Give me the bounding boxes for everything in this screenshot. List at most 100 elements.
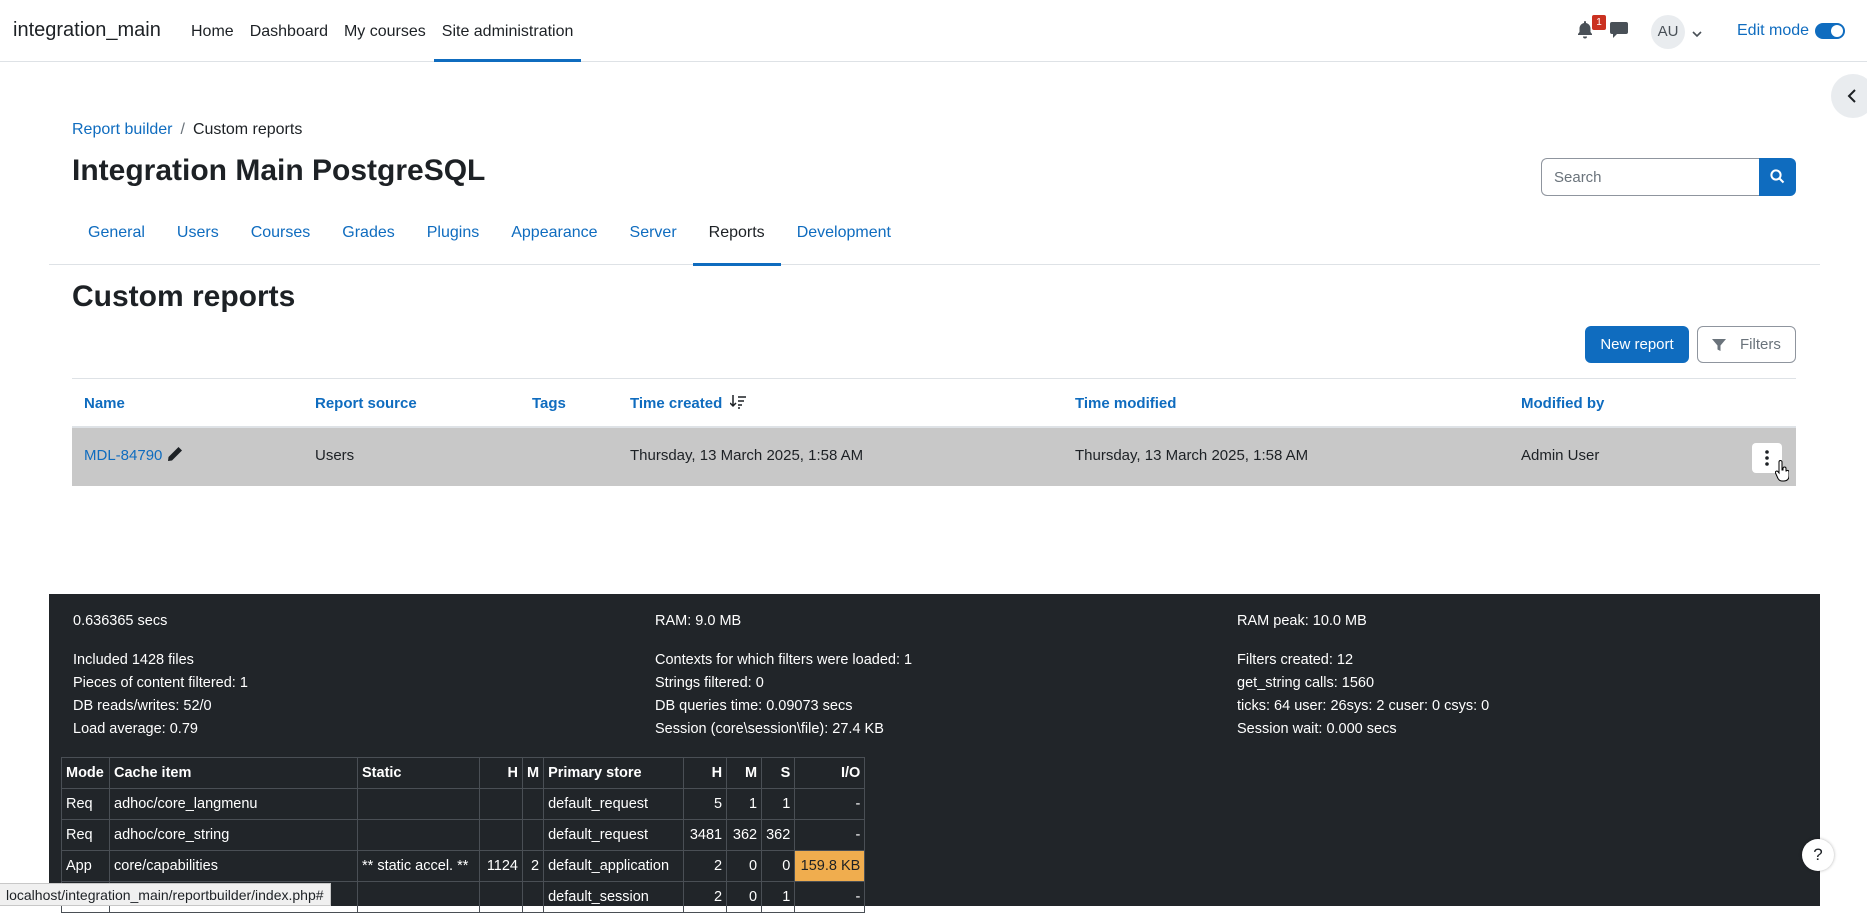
column-header-tags[interactable]: Tags — [532, 395, 566, 412]
cache-cell: 2 — [683, 881, 728, 913]
cache-cell: App — [61, 850, 110, 882]
cache-col-header: Mode — [61, 757, 110, 789]
tab-reports[interactable]: Reports — [692, 208, 781, 266]
new-report-button[interactable]: New report — [1585, 326, 1689, 363]
tab-users[interactable]: Users — [161, 208, 235, 265]
breadcrumb-custom-reports: Custom reports — [192, 121, 303, 138]
site-brand[interactable]: integration_main — [13, 19, 161, 42]
column-header-time-created[interactable]: Time created — [630, 395, 747, 412]
footer-column-3: RAM peak: 10.0 MB Filters created: 12 ge… — [1237, 610, 1489, 741]
search-icon — [1770, 169, 1785, 184]
tab-grades[interactable]: Grades — [326, 208, 410, 265]
tab-development[interactable]: Development — [781, 208, 907, 265]
filter-icon — [1712, 339, 1726, 351]
help-button[interactable]: ? — [1802, 839, 1834, 871]
breadcrumb-report-builder[interactable]: Report builder — [72, 121, 173, 139]
cache-cell: - — [794, 819, 866, 851]
footer-column-2: RAM: 9.0 MB Contexts for which filters w… — [655, 610, 912, 741]
cache-cell: adhoc/core_langmenu — [109, 788, 358, 820]
nav-dashboard[interactable]: Dashboard — [242, 0, 336, 62]
column-header-name[interactable]: Name — [84, 395, 125, 412]
cache-col-header: I/O — [794, 757, 866, 789]
cache-cell — [479, 788, 523, 820]
nav-home[interactable]: Home — [183, 0, 242, 62]
tab-server[interactable]: Server — [614, 208, 693, 265]
top-navbar: integration_main Home Dashboard My cours… — [0, 0, 1867, 62]
column-header-modified-by[interactable]: Modified by — [1521, 395, 1604, 412]
secondary-navigation: General Users Courses Grades Plugins App… — [49, 208, 1820, 266]
footer-column-1: 0.636365 secs Included 1428 files Pieces… — [73, 610, 248, 741]
footer-stat: Strings filtered: 0 — [655, 675, 764, 691]
cache-cell: 2 — [521, 850, 545, 882]
cache-cell: 0 — [726, 850, 763, 882]
messages-icon[interactable] — [1610, 22, 1630, 40]
cache-cell: 2 — [683, 850, 728, 882]
cache-cell — [521, 788, 545, 820]
nav-my-courses[interactable]: My courses — [336, 0, 434, 62]
tab-appearance[interactable]: Appearance — [495, 208, 613, 265]
cache-cell: 1 — [726, 788, 763, 820]
table-row: MDL-84790 Users Thursday, 13 March 2025,… — [72, 428, 1796, 486]
footer-stat: DB reads/writes: 52/0 — [73, 698, 212, 714]
table-row: Req adhoc/core_langmenu default_request … — [61, 788, 866, 820]
cache-cell-warning: 159.8 KB — [794, 850, 866, 882]
section-title: Custom reports — [72, 280, 296, 313]
cache-cell: core/capabilities — [109, 850, 358, 882]
tab-plugins[interactable]: Plugins — [411, 208, 495, 265]
footer-stat: RAM: 9.0 MB — [655, 613, 742, 629]
cache-cell: default_request — [543, 788, 685, 820]
footer-stat: Session wait: 0.000 secs — [1237, 721, 1397, 737]
footer-stat: Contexts for which filters were loaded: … — [655, 652, 913, 668]
cache-col-header: H — [479, 757, 523, 789]
search-button[interactable] — [1759, 158, 1796, 196]
cache-col-header: Static — [357, 757, 480, 789]
cache-cell: 0 — [761, 850, 796, 882]
cache-cell: 362 — [726, 819, 763, 851]
breadcrumb-separator: / — [180, 121, 185, 138]
report-name-link[interactable]: MDL-84790 — [84, 447, 162, 464]
cache-cell — [357, 881, 480, 913]
open-block-drawer-button[interactable] — [1831, 74, 1867, 118]
column-header-report-source[interactable]: Report source — [315, 395, 417, 412]
user-avatar[interactable]: AU — [1651, 15, 1685, 49]
sort-descending-icon — [729, 395, 747, 409]
filters-button[interactable]: Filters — [1697, 326, 1796, 363]
footer-stat: 0.636365 secs — [73, 613, 168, 629]
cache-cell: 362 — [761, 819, 796, 851]
cache-col-header: H — [683, 757, 728, 789]
notification-count-badge: 1 — [1592, 15, 1606, 30]
report-source-cell: Users — [315, 447, 355, 464]
tab-courses[interactable]: Courses — [235, 208, 327, 265]
table-row: App core/capabilities ** static accel. *… — [61, 850, 866, 882]
tab-general[interactable]: General — [72, 208, 161, 265]
edit-mode-label: Edit mode — [1737, 22, 1810, 39]
footer-stat: get_string calls: 1560 — [1237, 675, 1375, 691]
cache-cell — [357, 819, 480, 851]
cache-col-header: Primary store — [543, 757, 685, 789]
cache-cell: Req — [61, 788, 110, 820]
cache-cell: 3481 — [683, 819, 728, 851]
cache-cell — [357, 788, 480, 820]
cache-cell: Req — [61, 819, 110, 851]
footer-stat: Filters created: 12 — [1237, 652, 1354, 668]
cache-cell — [521, 819, 545, 851]
cache-cell: - — [794, 881, 866, 913]
chevron-down-icon[interactable] — [1692, 26, 1704, 38]
cache-cell — [479, 881, 523, 913]
cache-cell: 1 — [761, 788, 796, 820]
cache-cell: default_application — [543, 850, 685, 882]
column-header-time-modified[interactable]: Time modified — [1075, 395, 1176, 412]
admin-search-input[interactable] — [1541, 158, 1759, 196]
edit-pencil-icon[interactable] — [167, 446, 183, 466]
browser-status-bar: localhost/integration_main/reportbuilder… — [0, 883, 331, 906]
reports-table: Name Report source Tags Time created Tim… — [72, 378, 1796, 486]
cache-cell — [521, 881, 545, 913]
footer-stat: Session (core\session\file): 27.4 KB — [655, 721, 884, 737]
cache-cell — [479, 819, 523, 851]
cache-col-header: S — [761, 757, 796, 789]
cache-cell: default_session — [543, 881, 685, 913]
nav-site-administration[interactable]: Site administration — [433, 0, 582, 62]
edit-mode-toggle[interactable] — [1815, 23, 1845, 39]
